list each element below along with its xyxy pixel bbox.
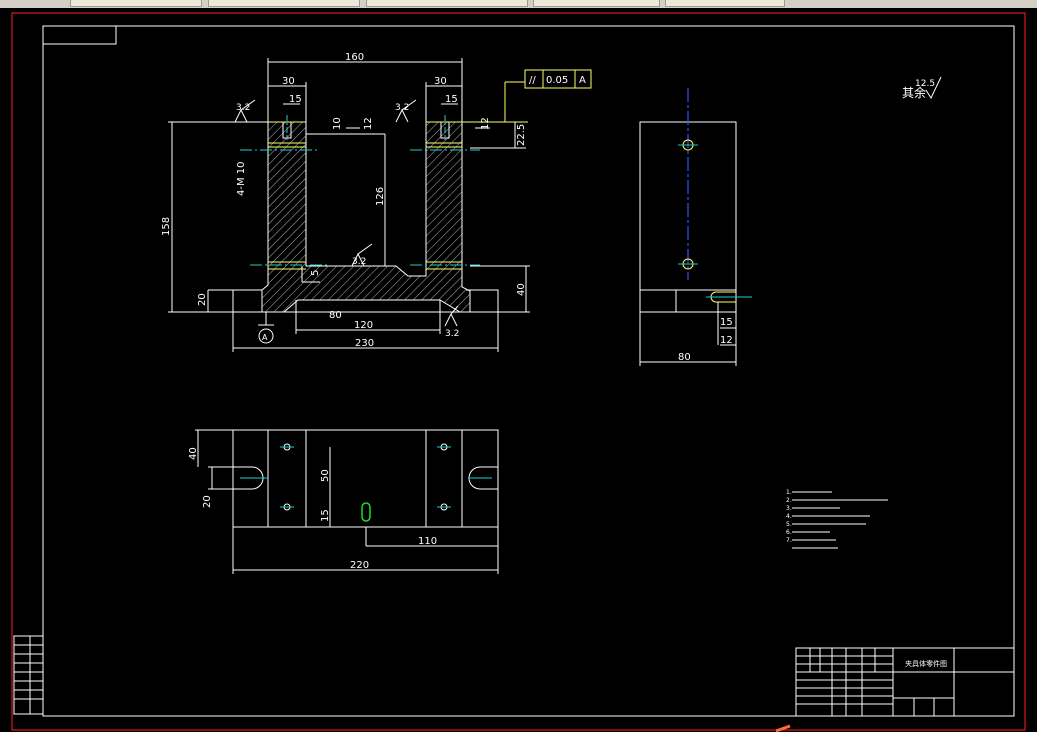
dim-12: 12 (363, 117, 374, 130)
dim-120: 120 (354, 320, 373, 331)
svg-text:7.: 7. (786, 537, 792, 544)
svg-text:5.: 5. (786, 521, 792, 528)
sheet-inner-border (42, 25, 1015, 717)
surface-finish-3-2-b: 3.2 (395, 103, 409, 113)
tolerance-symbol: // (529, 75, 536, 86)
side-dim-15: 15 (720, 317, 733, 328)
drawing-number-box (42, 25, 117, 45)
dim-126: 126 (375, 187, 386, 206)
dim-15-left: 15 (289, 94, 302, 105)
plan-dim-40: 40 (188, 447, 199, 460)
svg-text:3.: 3. (786, 505, 792, 512)
svg-text:2.: 2. (786, 497, 792, 504)
dim-30-left: 30 (282, 76, 295, 87)
dim-15-right: 15 (445, 94, 458, 105)
svg-text:1.: 1. (786, 489, 792, 496)
side-stamp-table (13, 635, 44, 715)
plan-dim-110: 110 (418, 536, 437, 547)
title-block (795, 647, 1015, 717)
plan-dim-15: 15 (320, 509, 331, 522)
plan-dim-50: 50 (320, 469, 331, 482)
side-dim-80: 80 (678, 352, 691, 363)
dim-12-right: 12 (480, 117, 491, 130)
side-view (639, 88, 752, 366)
plan-dim-220: 220 (350, 560, 369, 571)
rest-roughness-value: 12.5 (915, 79, 935, 89)
technical-notes: 1. 2. 3. 4. 5. 6. 7. (786, 489, 888, 549)
dim-30-right: 30 (434, 76, 447, 87)
dim-22-5: 22.5 (516, 124, 527, 146)
dim-10: 10 (332, 117, 343, 130)
surface-finish-3-2-a: 3.2 (236, 103, 250, 113)
window-tab-3[interactable] (366, 0, 528, 7)
plan-view (195, 429, 499, 574)
front-view (168, 58, 530, 352)
toolbar-strip (0, 0, 1037, 8)
window-tab-1[interactable] (70, 0, 202, 7)
surface-finish-3-2-c: 3.2 (352, 257, 366, 267)
sheet-outer-border (11, 12, 1026, 731)
svg-text:4.: 4. (786, 513, 792, 520)
tolerance-value: 0.05 (546, 75, 568, 86)
svg-text:6.: 6. (786, 529, 792, 536)
window-tab-4[interactable] (533, 0, 660, 7)
dim-230: 230 (355, 338, 374, 349)
tolerance-datum: A (579, 75, 586, 86)
datum-a-label: A (262, 333, 268, 342)
dim-158: 158 (161, 217, 172, 236)
window-tab-2[interactable] (208, 0, 360, 7)
title-block-title: 夹具体零件图 (905, 659, 947, 668)
surface-finish-3-2-d: 3.2 (445, 329, 459, 339)
dim-5: 5 (310, 270, 321, 276)
dim-160: 160 (345, 52, 364, 63)
plan-dim-20: 20 (202, 495, 213, 508)
window-tab-5[interactable] (665, 0, 785, 7)
cad-drawing-canvas[interactable]: 160 30 30 15 15 10 12 12 22.5 4-M 10 126… (0, 8, 1037, 732)
side-dim-12: 12 (720, 335, 733, 346)
dim-20: 20 (197, 293, 208, 306)
dim-80: 80 (329, 310, 342, 321)
dim-40: 40 (516, 283, 527, 296)
dim-4-m10: 4-M 10 (236, 161, 247, 196)
